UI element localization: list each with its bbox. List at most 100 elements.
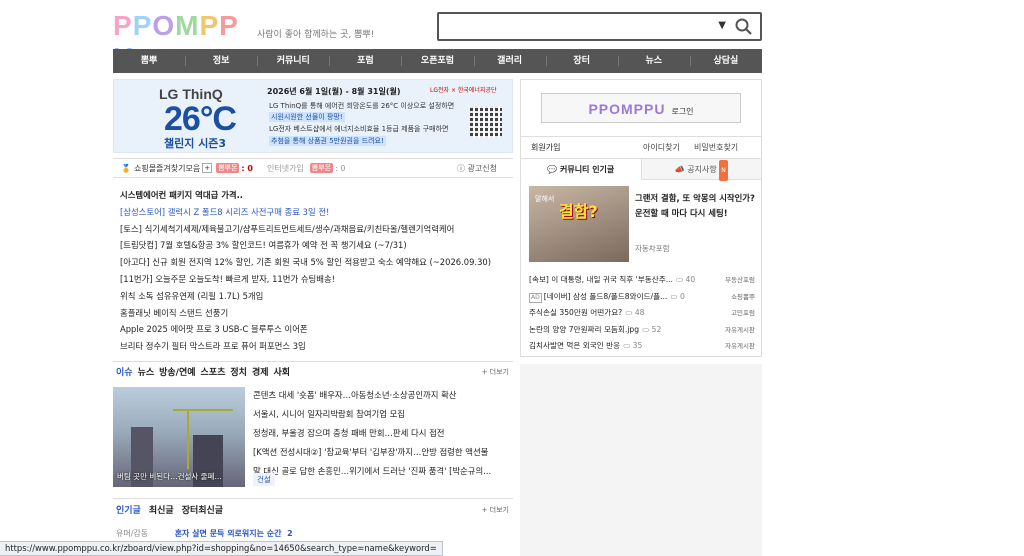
banner-line: 시원시원한 선물이 팡팡! [269, 112, 345, 122]
tab-community-label: 커뮤니티 인기글 [559, 165, 615, 174]
ad-request-link[interactable]: ⓘ 광고신청 [457, 163, 497, 174]
tab-issue[interactable]: 이슈 [116, 365, 133, 378]
banner-line: LG ThinQ를 통해 에어컨 희망온도를 26°C 이상으로 설정하면 [269, 102, 455, 110]
search-dropdown-icon[interactable]: ▼ [718, 20, 726, 31]
list-item[interactable]: 위칙 소독 섬유유연제 (리필 1.7L) 5개입 [120, 288, 510, 305]
login-button[interactable]: PPOMPPU 로그인 [541, 93, 741, 123]
site-tagline: 사람이 좋아 함께하는 곳, 뽐뿌! [257, 30, 375, 40]
banner-line: 추첨을 통해 상품권 5만원권을 드려요! [269, 136, 386, 146]
nav-item[interactable]: 뽐뿌 [113, 49, 185, 73]
tab-popular[interactable]: 인기글 [116, 503, 141, 516]
new-badge: N [719, 160, 728, 181]
hot-item[interactable]: 유머/감동 혼자 살면 문득 외로워지는 순간 2 [113, 528, 513, 539]
tab-society[interactable]: 사회 [274, 365, 291, 378]
list-item[interactable]: [삼성스토어] 갤럭시 Z 폴드8 시리즈 사전구매 종료 3일 전! [120, 204, 510, 221]
list-item[interactable]: 논란의 양양 7만원짜리 모듬회.jpg ▭ 52 자유게시판 [529, 322, 755, 339]
list-item[interactable]: 브리타 정수기 필터 막스트라 프로 퓨어 퍼포먼스 3입 [120, 338, 510, 355]
search-icon[interactable] [734, 17, 754, 37]
news-tag[interactable]: 건설 [253, 473, 275, 486]
tab-entertainment[interactable]: 방송/연예 [159, 365, 195, 378]
banner-partner-logos: LG전자 × 한국에너지공단 [430, 87, 497, 94]
tab-notice[interactable]: 📣 공지사항 N [641, 159, 761, 181]
list-item[interactable]: 김치사발면 먹은 외국인 반응 ▭ 35 자유게시판 [529, 338, 755, 355]
ppomppumon-count: : 0 [335, 163, 346, 173]
list-item-title: [속보] 이 대통령, 내일 귀국 직후 '부동산주... [529, 275, 673, 284]
tab-news[interactable]: 뉴스 [138, 365, 155, 378]
nav-item[interactable]: 오픈포럼 [401, 49, 473, 73]
tab-community-popular[interactable]: 💬 커뮤니티 인기글 [521, 159, 642, 180]
list-item-title: 논란의 양양 7만원짜리 모듬회.jpg [529, 324, 640, 334]
nav-item[interactable]: 커뮤니티 [257, 49, 329, 73]
list-item[interactable]: 시스템에어컨 패키지 역대급 가격.. [120, 187, 510, 204]
join-link[interactable]: 회원가입 [531, 137, 560, 159]
comment-count: ▭ 0 [670, 291, 685, 301]
list-item[interactable]: [토스] 식기세척기세제/제육불고기/샴푸트리트먼트세트/생수/과채음료/키친타… [120, 221, 510, 238]
ad-banner[interactable]: LG ThinQ 26°C 챌린지 시즌3 2026년 6월 1일(월) - 8… [113, 79, 513, 153]
list-item-title: 김치사발면 먹은 외국인 반응 [529, 341, 621, 350]
medal-icon: 🏅 [121, 163, 131, 173]
featured-title[interactable]: 그랜저 결함, 또 악몽의 시작인가? 운전할 때 마다 다시 세팅! [635, 191, 757, 221]
tab-politics[interactable]: 정치 [230, 365, 247, 378]
list-item[interactable]: 콘텐츠 대세 '숏폼' 배우자…아동청소년·소상공인까지 확산 [253, 386, 511, 405]
hot-item-title: 혼자 살면 문득 외로워지는 순간 [174, 529, 282, 538]
nav-item[interactable]: 장터 [545, 49, 618, 73]
nav-item[interactable]: 상담실 [689, 49, 762, 73]
info-icon: ⓘ [457, 163, 465, 173]
banner-line: LG전자 베스트샵에서 에너지소비효율 1등급 제품을 구매하면 [269, 125, 449, 133]
crane-shape [173, 409, 233, 411]
megaphone-icon: 📣 [674, 165, 685, 174]
tab-latest[interactable]: 최신글 [149, 503, 174, 516]
account-links: 회원가입 아이디찾기 비밀번호찾기 [521, 136, 761, 158]
comment-count-value: 0 [679, 291, 685, 301]
nav-item[interactable]: 정보 [185, 49, 257, 73]
comment-count-value: 40 [685, 275, 696, 284]
find-password-link[interactable]: 비밀번호찾기 [694, 137, 738, 159]
banner-date: 2026년 6월 1일(월) - 8월 31일(월) [267, 87, 401, 96]
list-item[interactable]: Apple 2025 에어팟 프로 3 USB-C 블루투스 이어폰 [120, 321, 510, 338]
deal-list: 시스템에어컨 패키지 역대급 가격.. [삼성스토어] 갤럭시 Z 폴드8 시리… [120, 187, 510, 355]
list-item[interactable]: 서울시, 시니어 일자리박람회 참여기업 모집 [253, 405, 511, 424]
add-icon[interactable]: + [202, 163, 213, 173]
list-item[interactable]: [속보] 이 대통령, 내일 귀국 직후 '부동산주... ▭ 40 부동산포럼 [529, 272, 755, 289]
banner-subtitle: 챌린지 시즌3 [164, 137, 227, 150]
search-box[interactable]: ▼ [437, 12, 762, 41]
tab-notice-label: 공지사항 [687, 165, 717, 174]
browser-status-bar: https://www.ppomppu.co.kr/zboard/view.ph… [0, 541, 443, 556]
shop-favorites-link[interactable]: 쇼핑몰즐겨찾기모음 [134, 163, 200, 174]
list-item[interactable]: [트립닷컴] 7월 호텔&항공 3% 할인코드! 여름휴가 예약 전 꼭 챙기세… [120, 237, 510, 254]
comment-count-value: 35 [632, 341, 643, 350]
list-item[interactable]: 정청래, 부울경 잡으며 충청 패배 만회…판세 다시 접전 [253, 424, 511, 443]
list-item-source: 부동산포럼 [725, 276, 755, 284]
more-link[interactable]: + 더보기 [482, 367, 509, 377]
ad-badge: AD [529, 292, 542, 303]
tab-sports[interactable]: 스포츠 [201, 365, 226, 378]
login-logo: PPOMPPU [588, 101, 666, 117]
featured-image-text: 결함? [559, 202, 598, 221]
banner-headline: 26°C [164, 100, 237, 138]
nav-item[interactable]: 포럼 [329, 49, 401, 73]
hot-tabs: 인기글 최신글 장터최신글 + 더보기 [113, 498, 513, 520]
nav-item[interactable]: 뉴스 [617, 49, 690, 73]
list-item[interactable]: 말 대신 골로 답한 손흥민…위기에서 드러난 '진짜 품격' [박순규의... [253, 462, 511, 481]
tab-economy[interactable]: 경제 [252, 365, 269, 378]
find-id-link[interactable]: 아이디찾기 [643, 137, 680, 159]
news-photo[interactable]: 버팀 곳만 비된다…건설사 줄폐... [113, 387, 245, 487]
tab-market-latest[interactable]: 장터최신글 [182, 503, 223, 516]
news-list: 콘텐츠 대세 '숏폼' 배우자…아동청소년·소상공인까지 확산 서울시, 시니어… [253, 386, 511, 481]
more-link[interactable]: + 더보기 [482, 505, 509, 515]
list-item[interactable]: AD [네이버] 삼성 폴드8/폴드8와이드/플... ▭ 0 쇼핑뽐뿌 [529, 289, 755, 306]
list-item-title: 주식손실 350만원 어떤가요? [529, 308, 623, 317]
list-item[interactable]: [11번가] 오늘주문 오늘도착! 빠르게 받자, 11번가 슈팅배송! [120, 271, 510, 288]
nav-item[interactable]: 갤러리 [473, 49, 546, 73]
list-item[interactable]: [K액션 전성시대②] '참교육'부터 '김부장'까지…안방 점령한 액션물 [253, 443, 511, 462]
news-photo-caption: 버팀 곳만 비된다…건설사 줄폐... [117, 472, 222, 481]
list-item[interactable]: [아고다] 신규 회원 전지역 12% 할인, 기존 회원 국내 5% 할인 적… [120, 254, 510, 271]
qr-code-icon [470, 106, 502, 138]
news-tabs: 이슈 뉴스 방송/연예 스포츠 정치 경제 사회 + 더보기 [113, 361, 513, 381]
list-item[interactable]: 홈플래닛 베이직 스탠드 선풍기 [120, 305, 510, 322]
featured-image[interactable]: 말해서 결함? [529, 186, 629, 262]
featured-category[interactable]: 자동차포럼 [635, 243, 670, 254]
internet-signup-link[interactable]: 인터넷가입 [267, 163, 304, 174]
site-logo[interactable]: PPOMPPU [113, 10, 253, 73]
list-item[interactable]: 주식손실 350만원 어떤가요? ▭ 48 고민포럼 [529, 305, 755, 322]
